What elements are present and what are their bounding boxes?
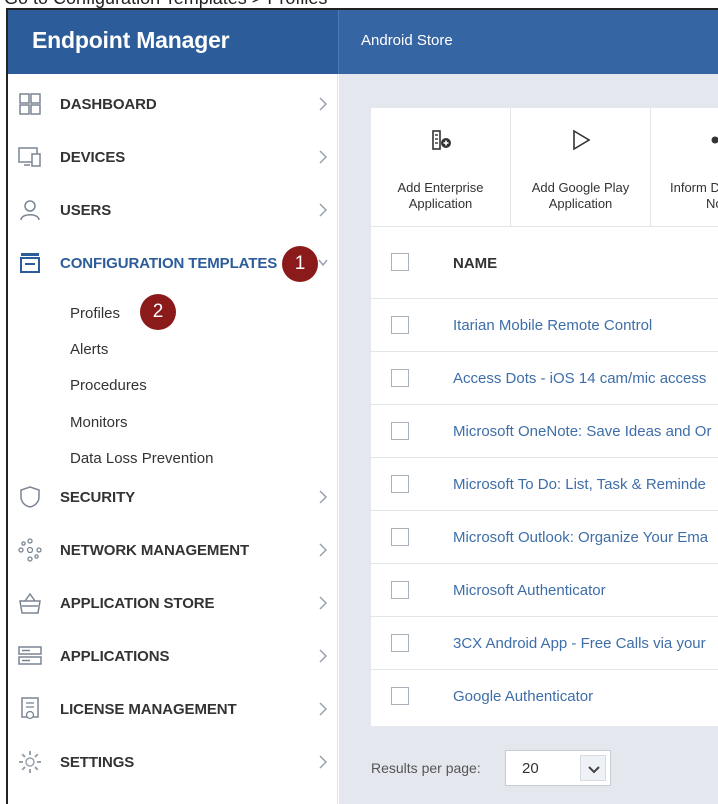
sidebar-item-label: DEVICES	[60, 149, 126, 166]
sidebar-item-license-management[interactable]: LICENSE MANAGEMENT	[8, 689, 338, 729]
chevron-right-icon	[319, 649, 328, 663]
add-enterprise-application-button[interactable]: Add Enterprise Application	[371, 108, 511, 226]
app-title: Endpoint Manager	[32, 27, 230, 53]
table-row: Google Authenticator	[371, 669, 718, 726]
chevron-right-icon	[319, 150, 328, 164]
table-header: NAME	[371, 226, 718, 298]
results-per-page-value: 20	[522, 760, 539, 777]
sidebar-item-dashboard[interactable]: DASHBOARD	[8, 84, 338, 124]
select-all-checkbox[interactable]	[391, 253, 409, 271]
app-name-link[interactable]: Itarian Mobile Remote Control	[453, 317, 652, 334]
instruction-text: Go to Configuration Templates > Profiles	[4, 0, 327, 8]
app-name-link[interactable]: Microsoft Outlook: Organize Your Ema	[453, 529, 708, 546]
instruction-strip: Go to Configuration Templates > Profiles	[0, 0, 718, 8]
sidebar-item-settings[interactable]: SETTINGS	[8, 742, 338, 782]
enterprise-app-icon	[431, 130, 451, 150]
dashboard-icon	[19, 93, 41, 115]
row-checkbox[interactable]	[391, 422, 409, 440]
sidebar-item-label: APPLICATIONS	[60, 648, 170, 665]
app-header: Endpoint Manager	[8, 10, 338, 74]
dropdown-toggle[interactable]	[580, 755, 606, 781]
sidebar-item-label: DASHBOARD	[60, 96, 157, 113]
row-checkbox[interactable]	[391, 687, 409, 705]
sidebar-subitem-procedures[interactable]: Procedures	[70, 377, 147, 394]
license-icon	[21, 697, 39, 720]
app-name-link[interactable]: Microsoft To Do: List, Task & Reminde	[453, 476, 706, 493]
chevron-right-icon	[319, 203, 328, 217]
table-row: Microsoft Authenticator	[371, 563, 718, 616]
sidebar-item-network-management[interactable]: NETWORK MANAGEMENT	[8, 530, 338, 570]
chevron-right-icon	[319, 543, 328, 557]
button-label: Inform DNo	[670, 180, 718, 211]
sidebar-item-label: SECURITY	[60, 489, 136, 506]
sidebar-item-application-store[interactable]: APPLICATION STORE	[8, 583, 338, 623]
applications-icon	[18, 646, 42, 665]
sidebar-item-label: SETTINGS	[60, 754, 135, 771]
store-icon	[19, 592, 41, 614]
table-row: Microsoft To Do: List, Task & Reminde	[371, 457, 718, 510]
table-row: Microsoft OneNote: Save Ideas and Or	[371, 404, 718, 457]
chevron-down-icon	[588, 766, 600, 774]
table-row: Access Dots - iOS 14 cam/mic access	[371, 351, 718, 404]
table-row: Microsoft Outlook: Organize Your Ema	[371, 510, 718, 563]
sidebar: DASHBOARD DEVICES USERS CONFIGURATION TE…	[8, 74, 338, 804]
app-name-link[interactable]: 3CX Android App - Free Calls via your	[453, 635, 706, 652]
shield-icon	[20, 486, 40, 508]
page-title: Android Store	[361, 32, 453, 49]
user-icon	[20, 200, 40, 221]
sidebar-item-label: USERS	[60, 202, 112, 219]
sidebar-item-users[interactable]: USERS	[8, 190, 338, 230]
sidebar-subitem-data-loss-prevention[interactable]: Data Loss Prevention	[70, 450, 213, 467]
row-checkbox[interactable]	[391, 369, 409, 387]
results-per-page-label: Results per page:	[371, 760, 481, 776]
column-header-name[interactable]: NAME	[453, 255, 497, 272]
step-badge-1: 1	[282, 246, 318, 282]
sidebar-subitem-monitors[interactable]: Monitors	[70, 414, 128, 431]
row-checkbox[interactable]	[391, 475, 409, 493]
results-per-page-select[interactable]: 20	[505, 750, 611, 786]
button-label: Add Google Play Application	[531, 180, 630, 211]
row-checkbox[interactable]	[391, 581, 409, 599]
sidebar-item-devices[interactable]: DEVICES	[8, 137, 338, 177]
sidebar-subitem-profiles[interactable]: Profiles	[70, 305, 120, 322]
sidebar-item-label: CONFIGURATION TEMPLATES	[60, 255, 278, 272]
play-icon	[572, 129, 591, 151]
step-badge-2: 2	[140, 294, 176, 330]
sidebar-item-label: LICENSE MANAGEMENT	[60, 701, 237, 718]
sidebar-subitem-alerts[interactable]: Alerts	[70, 341, 108, 358]
chevron-right-icon	[319, 702, 328, 716]
chevron-right-icon	[319, 755, 328, 769]
app-name-link[interactable]: Google Authenticator	[453, 688, 593, 705]
chevron-right-icon	[319, 490, 328, 504]
app-window: Endpoint Manager Android Store DASHBOARD…	[6, 8, 718, 804]
row-checkbox[interactable]	[391, 316, 409, 334]
table-row: Itarian Mobile Remote Control	[371, 298, 718, 351]
app-name-link[interactable]: Microsoft OneNote: Save Ideas and Or	[453, 423, 711, 440]
chevron-right-icon	[319, 97, 328, 111]
row-checkbox[interactable]	[391, 528, 409, 546]
add-google-play-application-button[interactable]: Add Google Play Application	[511, 108, 651, 226]
sidebar-item-label: NETWORK MANAGEMENT	[60, 542, 250, 559]
app-name-link[interactable]: Access Dots - iOS 14 cam/mic access	[453, 370, 706, 387]
row-checkbox[interactable]	[391, 634, 409, 652]
sidebar-item-security[interactable]: SECURITY	[8, 477, 338, 517]
button-label: Add Enterprise Application	[397, 180, 484, 211]
gear-icon	[19, 751, 41, 773]
sidebar-item-label: APPLICATION STORE	[60, 595, 215, 612]
configuration-icon	[20, 253, 40, 273]
share-icon	[711, 136, 718, 144]
app-name-link[interactable]: Microsoft Authenticator	[453, 582, 606, 599]
chevron-down-icon	[318, 259, 328, 267]
devices-icon	[18, 147, 41, 167]
main-content: Add Enterprise Application Add Google Pla…	[339, 74, 718, 804]
table-row: 3CX Android App - Free Calls via your	[371, 616, 718, 669]
app-list-card: Add Enterprise Application Add Google Pla…	[371, 108, 718, 726]
network-icon	[18, 538, 42, 562]
inform-devices-button[interactable]: Inform DNo	[651, 108, 718, 226]
chevron-right-icon	[319, 596, 328, 610]
page-header: Android Store	[338, 10, 718, 74]
sidebar-item-applications[interactable]: APPLICATIONS	[8, 636, 338, 676]
